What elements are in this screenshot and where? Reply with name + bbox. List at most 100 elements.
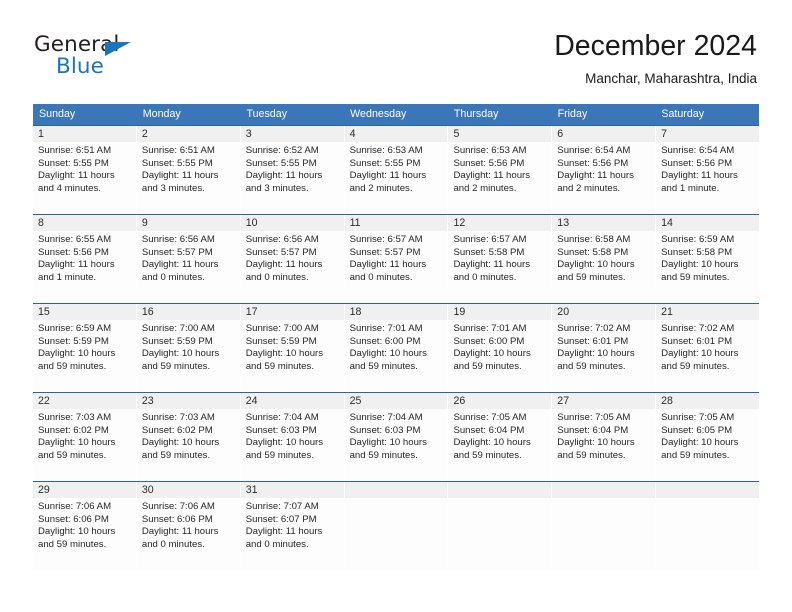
daylight-text-line2: and 3 minutes. (245, 182, 309, 194)
daylight-text-line2: and 1 minute. (661, 182, 720, 194)
day-cell[interactable]: 21 Sunrise: 7:02 AM Sunset: 6:01 PM Dayl… (656, 304, 760, 392)
day-cell[interactable]: 2 Sunrise: 6:51 AM Sunset: 5:55 PM Dayli… (136, 126, 241, 214)
daylight-text-line1: Daylight: 10 hours (349, 437, 427, 449)
day-cell[interactable]: 24 Sunrise: 7:04 AM Sunset: 6:03 PM Dayl… (240, 393, 345, 481)
day-number (448, 482, 552, 498)
day-cell[interactable]: 14 Sunrise: 6:59 AM Sunset: 5:58 PM Dayl… (656, 215, 760, 303)
daylight-text-line2: and 59 minutes. (245, 449, 314, 461)
day-number: 23 (136, 393, 240, 409)
day-details: Sunrise: 6:51 AM Sunset: 5:55 PM Dayligh… (137, 142, 240, 195)
daylight-text-line2: and 0 minutes. (245, 271, 309, 283)
day-number: 6 (552, 126, 656, 142)
sunrise-text: Sunrise: 7:00 AM (141, 323, 215, 334)
sunset-text: Sunset: 5:56 PM (453, 157, 525, 169)
sunset-text: Sunset: 5:59 PM (38, 335, 109, 347)
brand-logo[interactable]: General Blue (34, 34, 234, 82)
day-cell[interactable]: 28 Sunrise: 7:05 AM Sunset: 6:05 PM Dayl… (656, 393, 760, 481)
daylight-text-line1: Daylight: 10 hours (38, 348, 116, 360)
sunrise-text: Sunrise: 7:04 AM (245, 412, 319, 423)
sunrise-text: Sunrise: 7:02 AM (557, 323, 631, 334)
sunrise-text: Sunrise: 7:03 AM (38, 412, 112, 423)
sunset-text: Sunset: 6:00 PM (453, 335, 525, 347)
daylight-text-line2: and 59 minutes. (661, 271, 730, 283)
daylight-text-line2: and 59 minutes. (557, 271, 626, 283)
day-cell[interactable]: 17 Sunrise: 7:00 AM Sunset: 5:59 PM Dayl… (240, 304, 345, 392)
day-cell[interactable]: 19 Sunrise: 7:01 AM Sunset: 6:00 PM Dayl… (448, 304, 553, 392)
day-cell[interactable]: 31 Sunrise: 7:07 AM Sunset: 6:07 PM Dayl… (240, 482, 345, 570)
day-cell[interactable]: 15 Sunrise: 6:59 AM Sunset: 5:59 PM Dayl… (33, 304, 137, 392)
sunrise-text: Sunrise: 6:56 AM (141, 234, 215, 245)
sunset-text: Sunset: 6:02 PM (38, 424, 109, 436)
day-cell[interactable]: 26 Sunrise: 7:05 AM Sunset: 6:04 PM Dayl… (448, 393, 553, 481)
day-cell[interactable]: 30 Sunrise: 7:06 AM Sunset: 6:06 PM Dayl… (136, 482, 241, 570)
daylight-text-line2: and 59 minutes. (557, 360, 626, 372)
daylight-text-line1: Daylight: 11 hours (141, 170, 219, 182)
day-cell[interactable]: 16 Sunrise: 7:00 AM Sunset: 5:59 PM Dayl… (136, 304, 241, 392)
daylight-text-line1: Daylight: 10 hours (38, 526, 116, 538)
sunset-text: Sunset: 6:01 PM (661, 335, 733, 347)
day-number: 22 (33, 393, 136, 409)
weekday-header-monday: Monday (142, 108, 181, 120)
daylight-text-line2: and 0 minutes. (141, 538, 205, 550)
day-number: 30 (136, 482, 240, 498)
day-cell[interactable]: 4 Sunrise: 6:53 AM Sunset: 5:55 PM Dayli… (344, 126, 449, 214)
sunset-text: Sunset: 6:00 PM (349, 335, 421, 347)
day-cell[interactable]: 9 Sunrise: 6:56 AM Sunset: 5:57 PM Dayli… (136, 215, 241, 303)
day-cell[interactable]: 3 Sunrise: 6:52 AM Sunset: 5:55 PM Dayli… (240, 126, 345, 214)
weekday-header-saturday: Saturday (661, 108, 705, 120)
day-number: 20 (552, 304, 656, 320)
day-number: 4 (344, 126, 448, 142)
sunrise-text: Sunrise: 7:01 AM (453, 323, 527, 334)
sunrise-text: Sunrise: 7:02 AM (661, 323, 735, 334)
daylight-text-line1: Daylight: 10 hours (661, 348, 739, 360)
day-details: Sunrise: 7:07 AM Sunset: 6:07 PM Dayligh… (241, 498, 344, 551)
sunset-text: Sunset: 5:56 PM (557, 157, 629, 169)
week-row: 22 Sunrise: 7:03 AM Sunset: 6:02 PM Dayl… (33, 392, 760, 481)
day-details: Sunrise: 6:53 AM Sunset: 5:56 PM Dayligh… (448, 142, 551, 195)
day-cell[interactable]: 5 Sunrise: 6:53 AM Sunset: 5:56 PM Dayli… (448, 126, 553, 214)
day-cell[interactable]: 12 Sunrise: 6:57 AM Sunset: 5:58 PM Dayl… (448, 215, 553, 303)
weekday-header-tuesday: Tuesday (246, 108, 288, 120)
day-cell[interactable]: 8 Sunrise: 6:55 AM Sunset: 5:56 PM Dayli… (33, 215, 137, 303)
sunrise-text: Sunrise: 6:54 AM (557, 145, 631, 156)
sunset-text: Sunset: 5:56 PM (661, 157, 733, 169)
daylight-text-line2: and 2 minutes. (557, 182, 621, 194)
daylight-text-line1: Daylight: 11 hours (661, 170, 738, 182)
sunrise-text: Sunrise: 6:55 AM (38, 234, 112, 245)
sunrise-text: Sunrise: 6:59 AM (661, 234, 735, 245)
daylight-text-line1: Daylight: 10 hours (38, 437, 116, 449)
day-number: 12 (448, 215, 552, 231)
day-cell[interactable]: 6 Sunrise: 6:54 AM Sunset: 5:56 PM Dayli… (552, 126, 657, 214)
day-cell[interactable]: 10 Sunrise: 6:56 AM Sunset: 5:57 PM Dayl… (240, 215, 345, 303)
daylight-text-line2: and 0 minutes. (453, 271, 517, 283)
weekday-header-friday: Friday (557, 108, 588, 120)
daylight-text-line2: and 59 minutes. (38, 538, 107, 550)
daylight-text-line2: and 2 minutes. (453, 182, 517, 194)
day-number: 5 (448, 126, 552, 142)
day-number: 25 (344, 393, 448, 409)
day-cell[interactable]: 13 Sunrise: 6:58 AM Sunset: 5:58 PM Dayl… (552, 215, 657, 303)
daylight-text-line1: Daylight: 10 hours (661, 437, 739, 449)
calendar-grid: Sunday Monday Tuesday Wednesday Thursday… (33, 104, 760, 570)
day-cell[interactable]: 11 Sunrise: 6:57 AM Sunset: 5:57 PM Dayl… (344, 215, 449, 303)
day-cell[interactable]: 20 Sunrise: 7:02 AM Sunset: 6:01 PM Dayl… (552, 304, 657, 392)
sunrise-text: Sunrise: 7:07 AM (245, 501, 319, 512)
sunrise-text: Sunrise: 6:57 AM (349, 234, 423, 245)
daylight-text-line1: Daylight: 10 hours (557, 437, 635, 449)
sunrise-text: Sunrise: 6:59 AM (38, 323, 112, 334)
day-cell[interactable]: 7 Sunrise: 6:54 AM Sunset: 5:56 PM Dayli… (656, 126, 760, 214)
day-cell[interactable]: 22 Sunrise: 7:03 AM Sunset: 6:02 PM Dayl… (33, 393, 137, 481)
day-cell[interactable]: 25 Sunrise: 7:04 AM Sunset: 6:03 PM Dayl… (344, 393, 449, 481)
daylight-text-line2: and 59 minutes. (557, 449, 626, 461)
day-cell[interactable]: 23 Sunrise: 7:03 AM Sunset: 6:02 PM Dayl… (136, 393, 241, 481)
day-number: 7 (656, 126, 760, 142)
day-cell[interactable]: 29 Sunrise: 7:06 AM Sunset: 6:06 PM Dayl… (33, 482, 137, 570)
day-details: Sunrise: 7:06 AM Sunset: 6:06 PM Dayligh… (137, 498, 240, 551)
day-cell[interactable]: 27 Sunrise: 7:05 AM Sunset: 6:04 PM Dayl… (552, 393, 657, 481)
day-cell[interactable]: 18 Sunrise: 7:01 AM Sunset: 6:00 PM Dayl… (344, 304, 449, 392)
day-cell[interactable]: 1 Sunrise: 6:51 AM Sunset: 5:55 PM Dayli… (33, 126, 137, 214)
brand-name-blue: Blue (56, 54, 104, 79)
sunset-text: Sunset: 5:58 PM (557, 246, 629, 258)
day-details: Sunrise: 7:00 AM Sunset: 5:59 PM Dayligh… (137, 320, 240, 373)
sunset-text: Sunset: 6:01 PM (557, 335, 629, 347)
